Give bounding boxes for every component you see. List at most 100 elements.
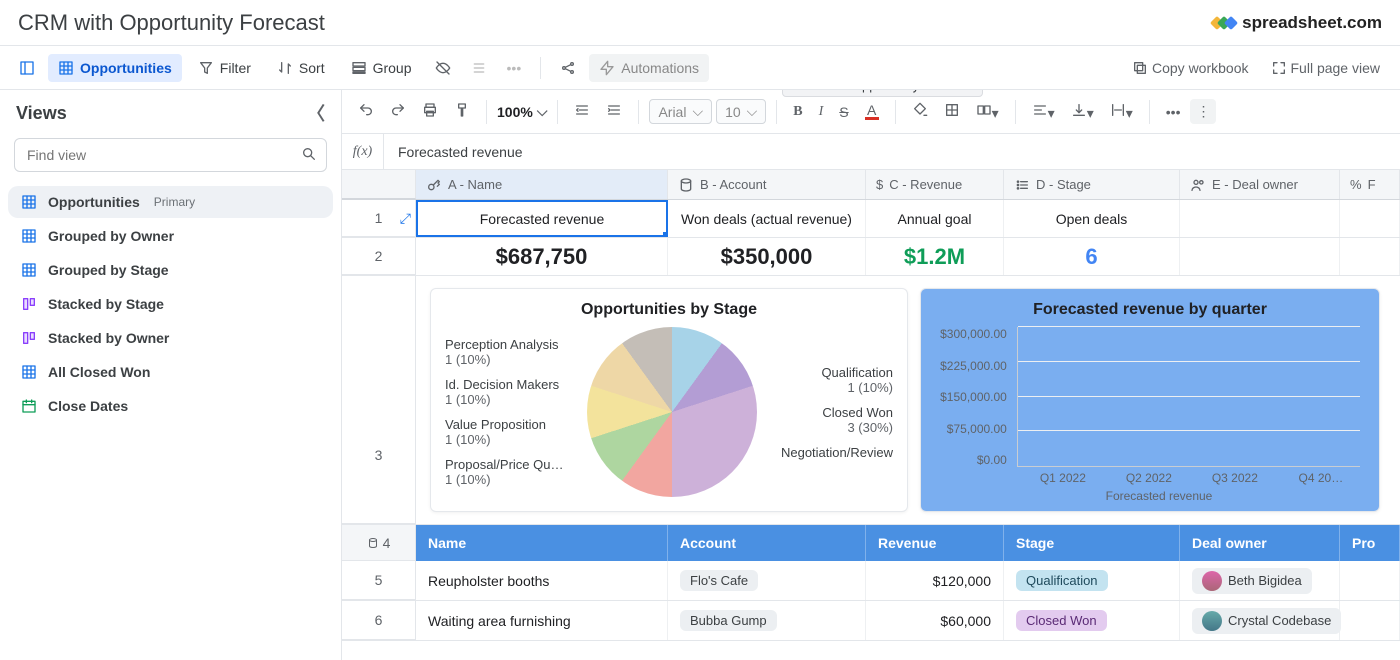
h-align-button[interactable]: ▾ (1026, 98, 1061, 126)
cell-stage[interactable]: Closed Won (1004, 601, 1180, 640)
owner-pill[interactable]: Beth Bigidea (1192, 568, 1312, 594)
v-align-button[interactable]: ▾ (1065, 98, 1100, 126)
italic-button[interactable]: I (813, 100, 830, 124)
select-all-corner[interactable] (342, 170, 416, 199)
cell-pro[interactable] (1340, 561, 1400, 600)
expand-row-icon[interactable]: ⤢ (400, 210, 411, 227)
text-color-button[interactable]: A (859, 99, 885, 124)
view-label: All Closed Won (48, 364, 150, 380)
cell-name[interactable]: Waiting area furnishing (416, 601, 668, 640)
cell-B1[interactable]: Won deals (actual revenue) (668, 200, 866, 237)
owner-pill[interactable]: Crystal Codebase (1192, 608, 1341, 634)
overflow-menu-button[interactable]: ••• (1160, 100, 1187, 124)
rownum-3[interactable]: 3 (342, 276, 416, 524)
column-header-d[interactable]: D - Stage (1004, 170, 1180, 199)
view-item[interactable]: Stacked by Owner (8, 322, 333, 354)
cell-E2[interactable] (1180, 238, 1340, 275)
pie-chart-card[interactable]: Opportunities by Stage Perception Analys… (430, 288, 908, 512)
share-button[interactable] (553, 54, 583, 82)
format-painter-button[interactable] (448, 98, 476, 125)
font-size-selector[interactable]: 10⌵ (716, 99, 766, 124)
cell-D1[interactable]: Open deals (1004, 200, 1180, 237)
view-item[interactable]: OpportunitiesPrimary (8, 186, 333, 218)
outdent-button[interactable] (568, 98, 596, 125)
group-button[interactable]: Group (341, 54, 422, 82)
collapse-sidebar-icon[interactable]: 〈 (307, 100, 325, 126)
filter-button[interactable]: Filter (188, 54, 261, 82)
table-header-owner[interactable]: Deal owner (1180, 525, 1340, 561)
wrap-button[interactable]: ▾ (1104, 98, 1139, 126)
views-panel-toggle[interactable] (12, 54, 42, 82)
view-item[interactable]: Grouped by Stage (8, 254, 333, 286)
cell-account[interactable]: Flo's Cafe (668, 561, 866, 600)
cell-C2[interactable]: $1.2M (866, 238, 1004, 275)
view-item[interactable]: All Closed Won (8, 356, 333, 388)
column-header-e[interactable]: E - Deal owner (1180, 170, 1340, 199)
pie-label: Closed Won3 (30%) (781, 405, 893, 435)
cell-owner[interactable]: Beth Bigidea (1180, 561, 1340, 600)
table-header-revenue[interactable]: Revenue (866, 525, 1004, 561)
brand[interactable]: spreadsheet.com (1215, 13, 1382, 33)
view-item[interactable]: Close Dates (8, 390, 333, 422)
cell-revenue[interactable]: $60,000 (866, 601, 1004, 640)
cell-A2[interactable]: $687,750 (416, 238, 668, 275)
rownum-2[interactable]: 2 (342, 238, 416, 275)
account-pill[interactable]: Flo's Cafe (680, 570, 758, 591)
borders-button[interactable] (938, 98, 966, 125)
table-header-stage[interactable]: Stage (1004, 525, 1180, 561)
cell-F1[interactable] (1340, 200, 1400, 237)
sort-button[interactable]: Sort (267, 54, 335, 82)
column-header-f[interactable]: %F (1340, 170, 1400, 199)
row-height-button[interactable] (464, 54, 494, 82)
more-options-button[interactable]: ••• (500, 54, 529, 82)
find-view-input[interactable] (14, 138, 327, 172)
rownum-4[interactable]: 4 (342, 525, 416, 561)
stage-pill[interactable]: Closed Won (1016, 610, 1107, 631)
cell-C1[interactable]: Annual goal (866, 200, 1004, 237)
rownum[interactable]: 5 (342, 561, 416, 600)
cell-E1[interactable] (1180, 200, 1340, 237)
formula-input[interactable]: Forecasted revenue (384, 144, 1400, 160)
hide-columns-button[interactable] (428, 54, 458, 82)
undo-button[interactable] (352, 98, 380, 125)
table-header-pro[interactable]: Pro (1340, 525, 1400, 561)
fill-color-button[interactable] (906, 98, 934, 125)
column-header-b[interactable]: B - Account (668, 170, 866, 199)
table-header-account[interactable]: Account (668, 525, 866, 561)
strikethrough-button[interactable]: S (833, 100, 854, 124)
rownum[interactable]: 6 (342, 601, 416, 640)
rownum-1[interactable]: 1⤢ (342, 200, 416, 237)
cell-pro[interactable] (1340, 601, 1400, 640)
cell-name[interactable]: Reupholster booths (416, 561, 668, 600)
cell-F2[interactable] (1340, 238, 1400, 275)
full-page-view-button[interactable]: Full page view (1263, 56, 1389, 80)
column-header-c[interactable]: $C - Revenue (866, 170, 1004, 199)
x-tick: Q1 2022 (1031, 471, 1095, 485)
font-selector[interactable]: Arial⌵ (649, 99, 712, 124)
column-header-a[interactable]: A - Name (416, 170, 668, 199)
stage-pill[interactable]: Qualification (1016, 570, 1108, 591)
print-button[interactable] (416, 98, 444, 125)
table-header-name[interactable]: Name (416, 525, 668, 561)
indent-button[interactable] (600, 98, 628, 125)
more-vert-button[interactable]: ⋮ (1190, 99, 1216, 124)
bold-button[interactable]: B (787, 100, 808, 124)
cell-D2[interactable]: 6 (1004, 238, 1180, 275)
cell-account[interactable]: Bubba Gump (668, 601, 866, 640)
users-icon (1190, 177, 1206, 193)
automations-button[interactable]: Automations (589, 54, 709, 82)
zoom-selector[interactable]: 100%⌵ (497, 103, 547, 120)
merge-cells-button[interactable]: ▾ (970, 98, 1005, 126)
redo-button[interactable] (384, 98, 412, 125)
cell-stage[interactable]: Qualification (1004, 561, 1180, 600)
bar-chart-card[interactable]: Forecasted revenue by quarter $300,000.0… (920, 288, 1380, 512)
cell-A1[interactable]: Forecasted revenue (416, 200, 668, 237)
copy-workbook-button[interactable]: Copy workbook (1124, 56, 1257, 80)
cell-owner[interactable]: Crystal Codebase (1180, 601, 1340, 640)
account-pill[interactable]: Bubba Gump (680, 610, 777, 631)
sheet-tab-opportunities[interactable]: Opportunities (48, 54, 182, 82)
cell-B2[interactable]: $350,000 (668, 238, 866, 275)
cell-revenue[interactable]: $120,000 (866, 561, 1004, 600)
view-item[interactable]: Stacked by Stage (8, 288, 333, 320)
view-item[interactable]: Grouped by Owner (8, 220, 333, 252)
